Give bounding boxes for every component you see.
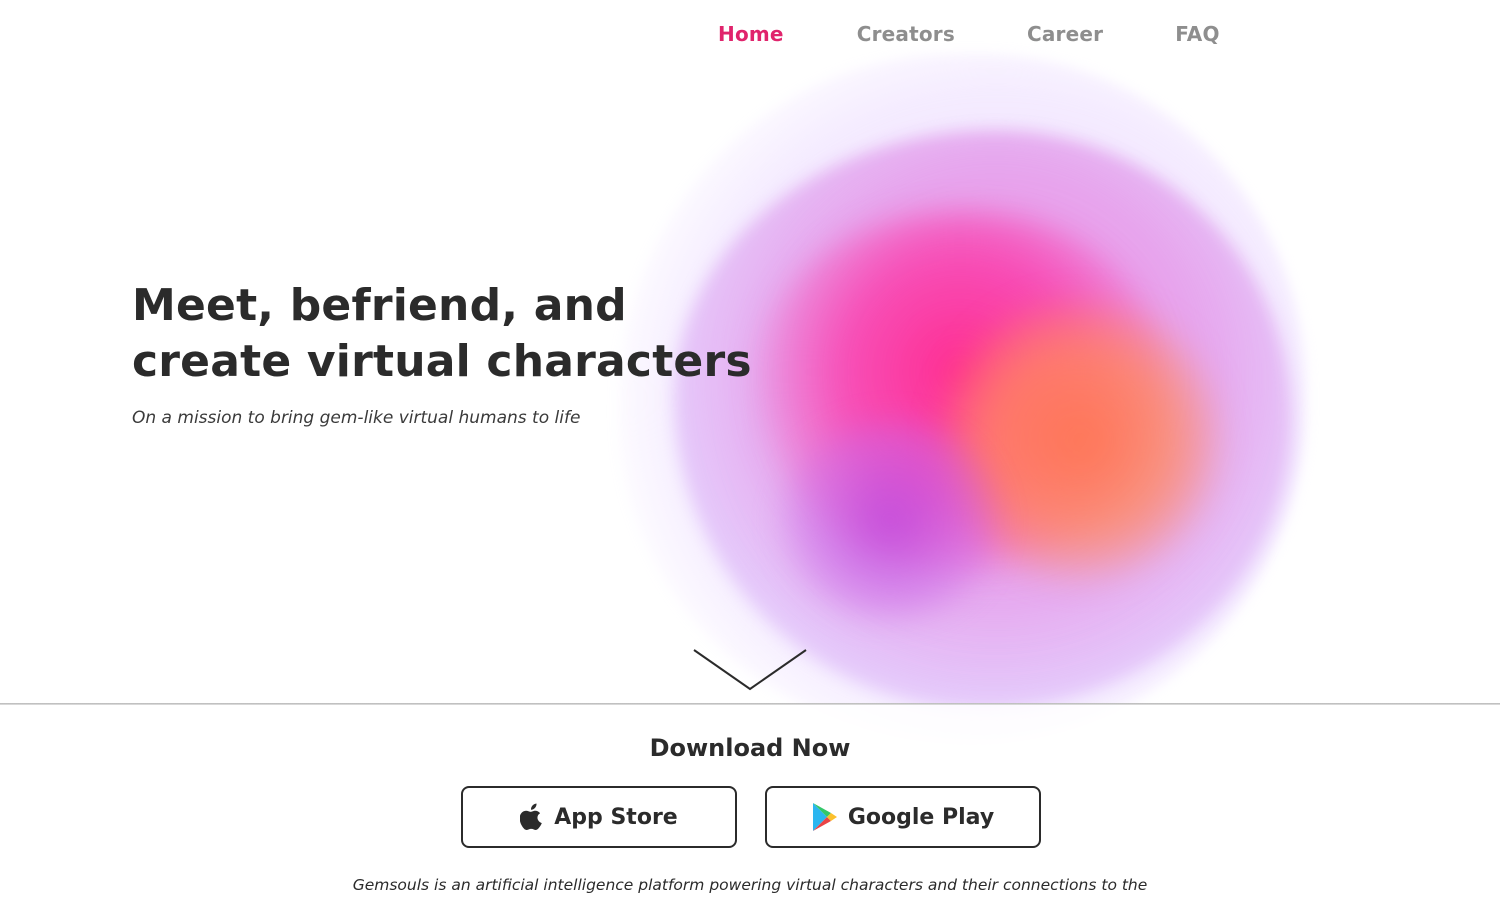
top-nav: Home Creators Career FAQ	[718, 22, 1220, 46]
hero-section: Meet, befriend, and create virtual chara…	[132, 278, 752, 428]
google-play-icon	[812, 803, 837, 831]
app-store-button[interactable]: App Store	[461, 786, 737, 848]
blob-pink-core	[750, 210, 1170, 570]
google-play-label: Google Play	[847, 804, 995, 830]
nav-item-career[interactable]: Career	[1027, 22, 1103, 46]
google-play-button[interactable]: Google Play	[765, 786, 1041, 848]
blob-purple-core	[780, 420, 1000, 620]
hero-title-line-2: create virtual characters	[132, 336, 752, 387]
download-title: Download Now	[649, 734, 851, 762]
hero-title: Meet, befriend, and create virtual chara…	[132, 278, 752, 390]
hero-title-line-1: Meet, befriend, and	[132, 280, 627, 331]
about-text: Gemsouls is an artificial intelligence p…	[352, 876, 1148, 894]
nav-item-home[interactable]: Home	[718, 22, 784, 46]
nav-item-creators[interactable]: Creators	[857, 22, 955, 46]
hero-tagline: On a mission to bring gem-like virtual h…	[132, 408, 581, 428]
app-store-label: App Store	[554, 804, 678, 830]
blob-orange-core	[940, 300, 1220, 580]
apple-icon	[520, 803, 543, 830]
section-divider	[0, 703, 1500, 705]
landing-page: Home Creators Career FAQ Meet, befriend,…	[0, 0, 1500, 900]
blob-mid-layer	[674, 130, 1292, 710]
nav-item-faq[interactable]: FAQ	[1175, 22, 1219, 46]
chevron-down-icon[interactable]	[692, 648, 808, 692]
